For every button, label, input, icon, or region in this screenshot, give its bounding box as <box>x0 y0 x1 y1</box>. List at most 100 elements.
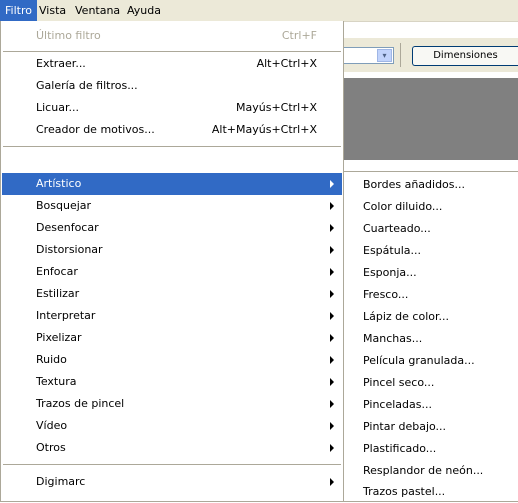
chevron-down-icon[interactable]: ▾ <box>377 49 392 62</box>
submenu-item[interactable]: Esponja... <box>344 262 518 284</box>
menu-item-label: Licuar... <box>36 101 79 114</box>
submenu-item-label: Cuarteado... <box>363 222 431 235</box>
menu-item-label: Interpretar <box>36 309 96 322</box>
menu-item-desenfocar[interactable]: Desenfocar <box>2 217 342 239</box>
menu-item-label: Creador de motivos... <box>36 123 155 136</box>
menu-bar: Filtro Vista Ventana Ayuda <box>0 0 518 22</box>
menu-item-label: Artístico <box>36 177 82 190</box>
menu-item-label: Textura <box>36 375 77 388</box>
menu-separator <box>3 51 341 52</box>
menu-item-label: Estilizar <box>36 287 80 300</box>
submenu-arrow-icon <box>330 422 334 430</box>
submenu-item[interactable]: Espátula... <box>344 240 518 262</box>
menu-item-video[interactable]: Vídeo <box>2 415 342 437</box>
submenu-item[interactable]: Plastificado... <box>344 438 518 460</box>
submenu-item[interactable]: Pincel seco... <box>344 372 518 394</box>
submenu-arrow-icon <box>330 334 334 342</box>
submenu-item[interactable]: Pinceladas... <box>344 394 518 416</box>
submenu-arrow-icon <box>330 224 334 232</box>
menu-item-label: Otros <box>36 441 66 454</box>
menu-item-label: Ruido <box>36 353 67 366</box>
submenu-item-label: Bordes añadidos... <box>363 178 466 191</box>
submenu-item-label: Pintar debajo... <box>363 420 447 433</box>
submenu-arrow-icon <box>330 444 334 452</box>
filter-menu: Último filtro Ctrl+F Extraer... Alt+Ctrl… <box>0 21 344 502</box>
menu-item-digimarc[interactable]: Digimarc <box>2 471 342 493</box>
submenu-item[interactable]: Fresco... <box>344 284 518 306</box>
submenu-item-label: Película granulada... <box>363 354 475 367</box>
menu-filtro[interactable]: Filtro <box>0 0 37 21</box>
menu-item-distorsionar[interactable]: Distorsionar <box>2 239 342 261</box>
menu-item-creador-motivos[interactable]: Creador de motivos... Alt+Mayús+Ctrl+X <box>2 119 342 141</box>
menu-item-textura[interactable]: Textura <box>2 371 342 393</box>
menu-item-label: Bosquejar <box>36 199 92 212</box>
menu-item-shortcut: Alt+Mayús+Ctrl+X <box>211 123 317 136</box>
submenu-arrow-icon <box>330 202 334 210</box>
menu-item-last-filter: Último filtro Ctrl+F <box>2 25 342 47</box>
menu-item-artistico[interactable]: Artístico <box>2 173 342 195</box>
options-toolbar: ▾ Dimensiones <box>340 38 518 72</box>
submenu-item-label: Fresco... <box>363 288 409 301</box>
submenu-arrow-icon <box>330 268 334 276</box>
menu-item-otros[interactable]: Otros <box>2 437 342 459</box>
submenu-item-label: Pincel seco... <box>363 376 435 389</box>
menu-separator <box>3 464 341 465</box>
menu-item-label: Vídeo <box>36 419 68 432</box>
artistic-submenu: Bordes añadidos... Color diluido... Cuar… <box>343 171 518 502</box>
menu-item-licuar[interactable]: Licuar... Mayús+Ctrl+X <box>2 97 342 119</box>
submenu-item-label: Espátula... <box>363 244 421 257</box>
submenu-item[interactable]: Cuarteado... <box>344 218 518 240</box>
menu-item-label: Galería de filtros... <box>36 79 138 92</box>
submenu-item[interactable]: Lápiz de color... <box>344 306 518 328</box>
submenu-item-label: Resplandor de neón... <box>363 464 484 477</box>
menu-ventana[interactable]: Ventana <box>70 0 125 21</box>
menu-item-extraer[interactable]: Extraer... Alt+Ctrl+X <box>2 53 342 75</box>
submenu-arrow-icon <box>330 246 334 254</box>
submenu-item[interactable]: Película granulada... <box>344 350 518 372</box>
dimensions-button[interactable]: Dimensiones <box>412 46 518 66</box>
units-combo[interactable]: ▾ <box>340 47 394 64</box>
submenu-item-label: Esponja... <box>363 266 417 279</box>
submenu-item[interactable]: Resplandor de neón... <box>344 460 518 482</box>
submenu-arrow-icon <box>330 180 334 188</box>
menu-item-trazos-pincel[interactable]: Trazos de pincel <box>2 393 342 415</box>
submenu-arrow-icon <box>330 400 334 408</box>
submenu-item-label: Color diluido... <box>363 200 443 213</box>
submenu-item[interactable]: Pintar debajo... <box>344 416 518 438</box>
menu-item-label: Último filtro <box>36 29 101 42</box>
submenu-item[interactable]: Bordes añadidos... <box>344 174 518 196</box>
menu-item-ruido[interactable]: Ruido <box>2 349 342 371</box>
menu-item-pixelizar[interactable]: Pixelizar <box>2 327 342 349</box>
menu-item-shortcut: Mayús+Ctrl+X <box>236 101 317 114</box>
toolbar-separator <box>400 43 401 67</box>
menu-item-label: Enfocar <box>36 265 78 278</box>
submenu-arrow-icon <box>330 312 334 320</box>
submenu-item-label: Manchas... <box>363 332 423 345</box>
document-canvas <box>340 78 518 160</box>
submenu-item-label: Pinceladas... <box>363 398 432 411</box>
submenu-arrow-icon <box>330 356 334 364</box>
submenu-item-label: Trazos pastel... <box>363 485 446 498</box>
menu-item-label: Trazos de pincel <box>36 397 125 410</box>
menu-item-label: Extraer... <box>36 57 86 70</box>
menu-item-bosquejar[interactable]: Bosquejar <box>2 195 342 217</box>
menu-ayuda[interactable]: Ayuda <box>122 0 166 21</box>
menu-item-shortcut: Ctrl+F <box>281 29 317 42</box>
menu-item-interpretar[interactable]: Interpretar <box>2 305 342 327</box>
submenu-item[interactable]: Trazos pastel... <box>344 481 518 503</box>
submenu-item[interactable]: Manchas... <box>344 328 518 350</box>
menu-separator <box>3 146 341 147</box>
menu-item-enfocar[interactable]: Enfocar <box>2 261 342 283</box>
menu-item-shortcut: Alt+Ctrl+X <box>256 57 317 70</box>
menu-item-label: Pixelizar <box>36 331 82 344</box>
menu-item-label: Distorsionar <box>36 243 103 256</box>
menu-item-label: Desenfocar <box>36 221 99 234</box>
submenu-item[interactable]: Color diluido... <box>344 196 518 218</box>
submenu-arrow-icon <box>330 378 334 386</box>
menu-vista[interactable]: Vista <box>34 0 71 21</box>
menu-item-estilizar[interactable]: Estilizar <box>2 283 342 305</box>
submenu-arrow-icon <box>330 290 334 298</box>
menu-item-galeria[interactable]: Galería de filtros... <box>2 75 342 97</box>
menu-item-label: Digimarc <box>36 475 86 488</box>
submenu-item-label: Lápiz de color... <box>363 310 449 323</box>
